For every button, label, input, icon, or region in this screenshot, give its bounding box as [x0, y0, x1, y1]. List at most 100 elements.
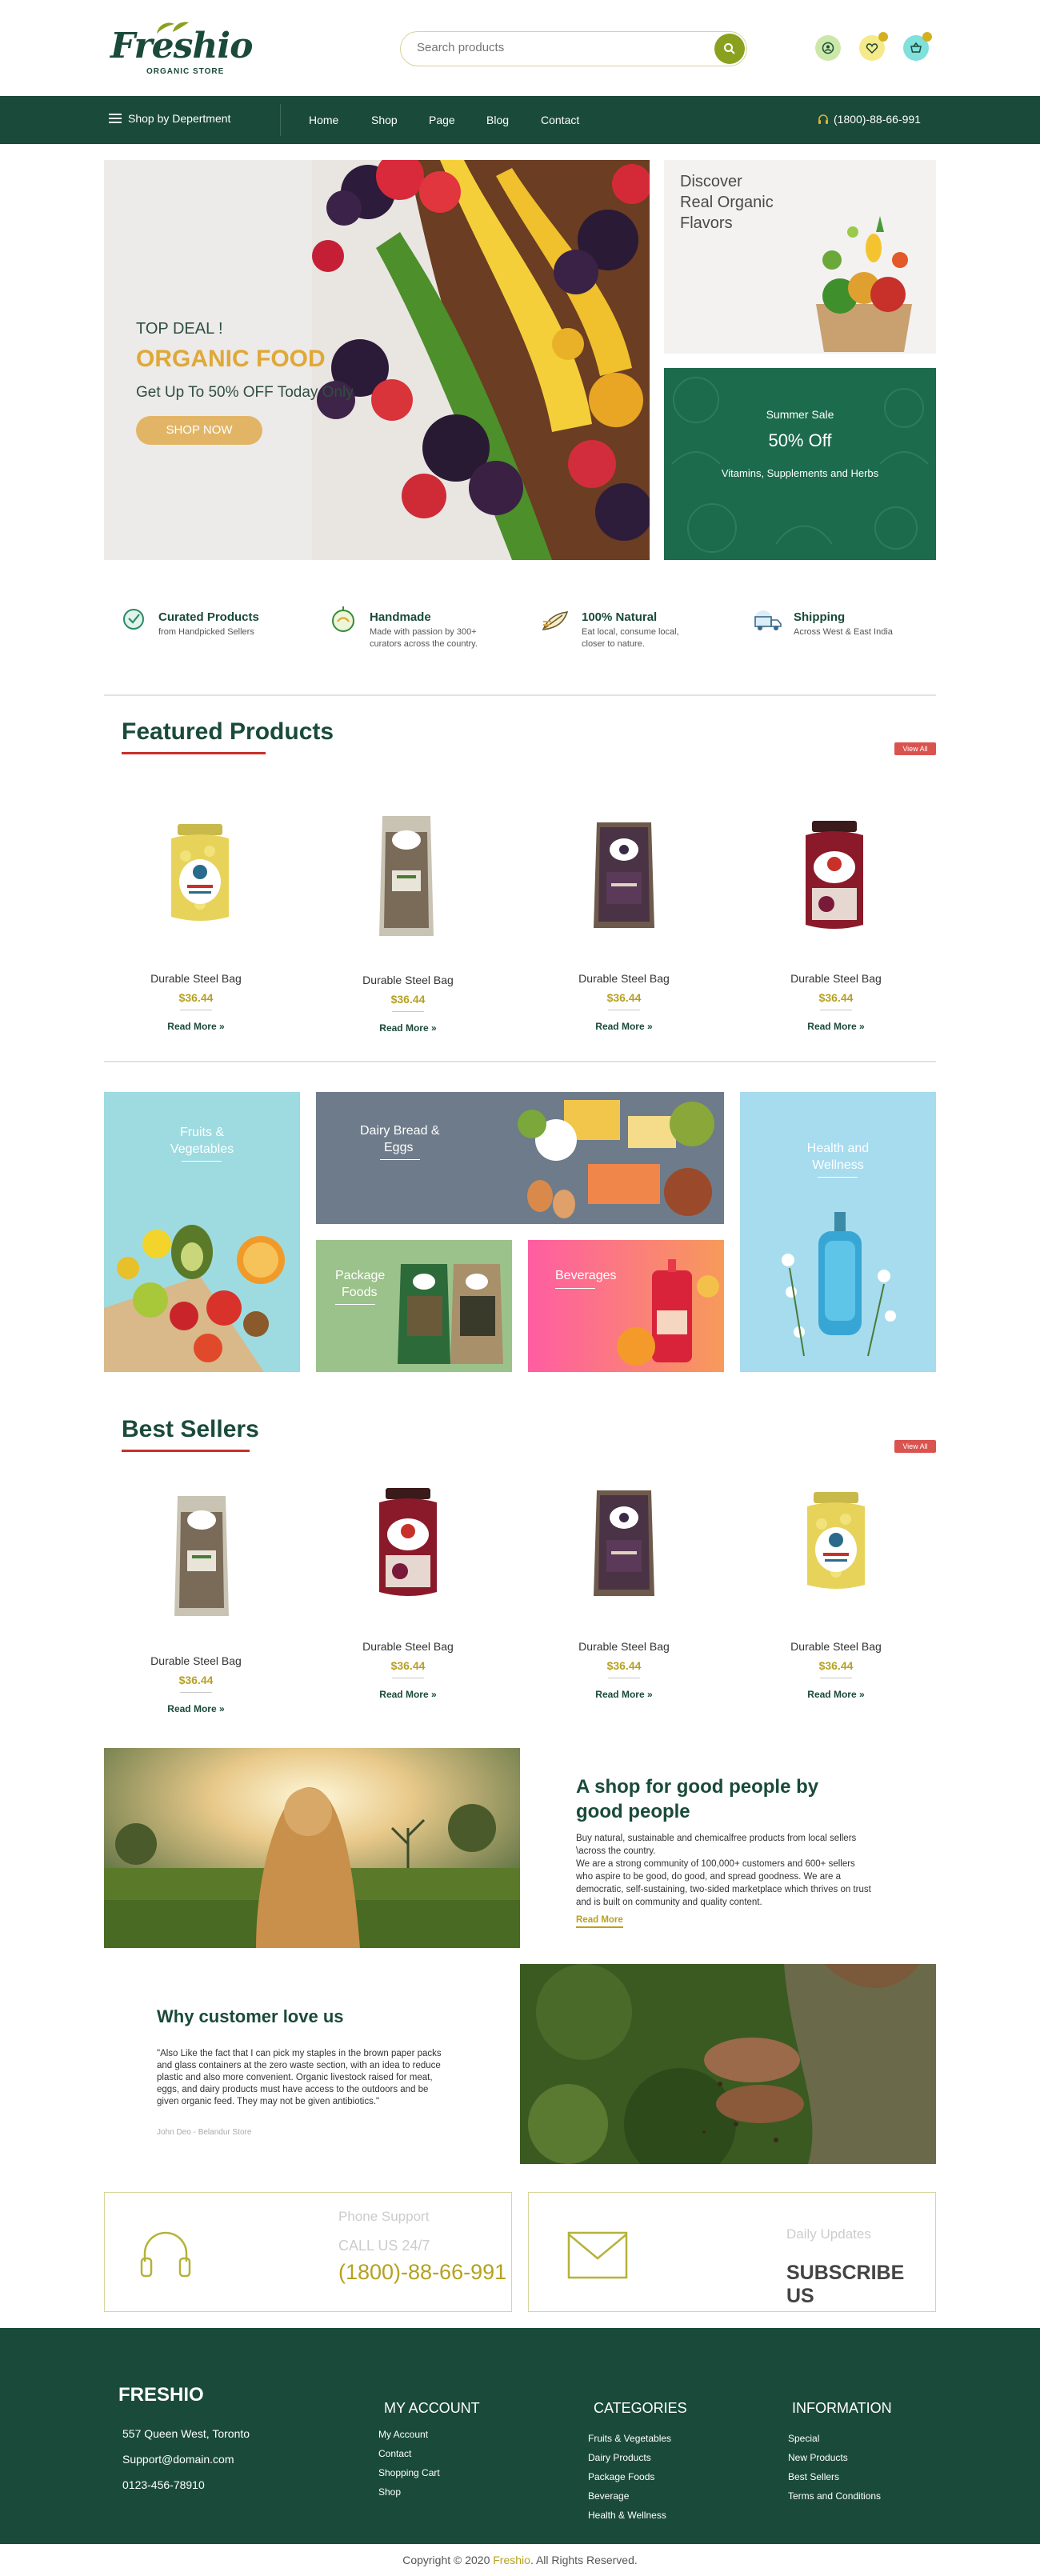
product-name[interactable]: Durable Steel Bag [320, 974, 496, 986]
read-more-link[interactable]: Read More » [320, 1022, 496, 1034]
nav-phone[interactable]: (1800)-88-66-991 [818, 113, 921, 126]
copyright-suffix: . All Rights Reserved. [530, 2554, 638, 2566]
subscribe-box[interactable]: Daily Updates SUBSCRIBE US [528, 2192, 936, 2312]
footer-information-title: INFORMATION [792, 2400, 892, 2416]
feature-title: Shipping [794, 610, 846, 624]
footer-link-terms[interactable]: Terms and Conditions [788, 2490, 881, 2502]
category-label-line-1: Fruits & [179, 1126, 225, 1139]
search-button[interactable] [714, 34, 745, 64]
footer-address: 557 Queen West, Toronto [122, 2427, 250, 2440]
basket-icon [910, 42, 922, 53]
search-input[interactable] [417, 41, 705, 54]
product-name[interactable]: Durable Steel Bag [320, 1640, 496, 1653]
feature-title: Handmade [370, 610, 431, 624]
about-girl-field-image [104, 1748, 520, 1948]
double-chevron-icon: » [431, 1689, 437, 1700]
hamburger-icon [109, 114, 122, 123]
category-underline [818, 1177, 858, 1178]
footer-link-special[interactable]: Special [788, 2433, 819, 2444]
footer-link-contact[interactable]: Contact [378, 2448, 411, 2459]
category-beverages[interactable]: Beverages [528, 1240, 724, 1372]
footer-link-best-sellers[interactable]: Best Sellers [788, 2471, 839, 2482]
category-label-line-2: Vegetables [170, 1142, 234, 1156]
support-phone-number[interactable]: (1800)-88-66-991 [338, 2260, 506, 2285]
nav-home[interactable]: Home [309, 114, 338, 126]
category-fruits[interactable]: Fruits & Vegetables [104, 1092, 300, 1372]
footer-brand: FRESHIO [118, 2384, 204, 2406]
about-paragraph-1: Buy natural, sustainable and chemicalfre… [576, 1834, 857, 1856]
read-more-link[interactable]: Read More » [108, 1021, 284, 1032]
department-label: Shop by Depertment [128, 112, 231, 125]
double-chevron-icon: » [431, 1022, 437, 1034]
double-chevron-icon: » [859, 1689, 865, 1700]
product-name[interactable]: Durable Steel Bag [536, 1640, 712, 1653]
wishlist-button[interactable] [859, 32, 888, 61]
read-more-label: Read More [379, 1689, 429, 1700]
logo-text: Freshio [110, 26, 253, 66]
read-more-link[interactable]: Read More » [536, 1689, 712, 1700]
discover-line-2: Real Organic [680, 194, 774, 211]
category-dairy[interactable]: Dairy Bread & Eggs [316, 1092, 724, 1224]
nav-page[interactable]: Page [429, 114, 455, 126]
copyright-brand-link[interactable]: Freshio [493, 2554, 530, 2566]
footer-link-fruits[interactable]: Fruits & Vegetables [588, 2433, 671, 2444]
about-read-more-link[interactable]: Read More [576, 1914, 623, 1928]
truck-icon [754, 610, 782, 630]
main-navigation: Shop by Depertment Home Shop Page Blog C… [0, 96, 1040, 144]
read-more-label: Read More [595, 1689, 645, 1700]
discover-line-1: Discover [680, 173, 742, 190]
read-more-link[interactable]: Read More » [320, 1689, 496, 1700]
cart-button[interactable] [903, 32, 932, 61]
feature-desc-1: Made with passion by 300+ [370, 627, 477, 637]
product-price: $36.44 [818, 1659, 854, 1672]
subscribe-button[interactable]: SUBSCRIBE US [786, 2262, 935, 2308]
category-health[interactable]: Health and Wellness [740, 1092, 936, 1372]
footer-link-shop[interactable]: Shop [378, 2486, 401, 2498]
footer-link-package[interactable]: Package Foods [588, 2471, 654, 2482]
read-more-link[interactable]: Read More » [108, 1703, 284, 1714]
product-name[interactable]: Durable Steel Bag [748, 1640, 924, 1653]
footer-email[interactable]: Support@domain.com [122, 2453, 234, 2466]
shop-now-button[interactable]: SHOP NOW [136, 416, 262, 445]
footer-link-health[interactable]: Health & Wellness [588, 2510, 666, 2521]
sale-offer: 50% Off [768, 430, 832, 450]
best-sellers-view-all-button[interactable]: View All [894, 1440, 936, 1453]
testimonial-soil-hands-image [520, 1964, 936, 2164]
product-price: $36.44 [606, 1659, 642, 1672]
product-name[interactable]: Durable Steel Bag [108, 1654, 284, 1667]
footer-link-new-products[interactable]: New Products [788, 2452, 848, 2463]
read-more-link[interactable]: Read More » [748, 1689, 924, 1700]
footer-phone[interactable]: 0123-456-78910 [122, 2478, 205, 2491]
category-label: Fruits & Vegetables [104, 1124, 300, 1158]
nav-blog[interactable]: Blog [486, 114, 509, 126]
testimonial-title: Why customer love us [157, 2006, 344, 2026]
health-bottle-image [782, 1212, 896, 1357]
account-button[interactable] [815, 35, 841, 61]
discover-banner[interactable]: Discover Real Organic Flavors [664, 160, 936, 354]
read-more-link[interactable]: Read More » [748, 1021, 924, 1032]
footer-link-cart[interactable]: Shopping Cart [378, 2467, 440, 2478]
divider [104, 1061, 936, 1062]
divider [104, 694, 936, 696]
category-package[interactable]: Package Foods [316, 1240, 512, 1372]
footer-link-beverage[interactable]: Beverage [588, 2490, 629, 2502]
product-name[interactable]: Durable Steel Bag [108, 972, 284, 985]
category-underline [182, 1161, 222, 1162]
product-name[interactable]: Durable Steel Bag [748, 972, 924, 985]
nav-shop[interactable]: Shop [371, 114, 398, 126]
department-menu[interactable]: Shop by Depertment [109, 112, 230, 125]
hero-banner[interactable]: TOP DEAL ! ORGANIC FOOD Get Up To 50% OF… [104, 160, 650, 560]
product-name[interactable]: Durable Steel Bag [536, 972, 712, 985]
feature-desc-1: Eat local, consume local, [582, 627, 679, 637]
phone-support-box[interactable]: Phone Support CALL US 24/7 (1800)-88-66-… [104, 2192, 512, 2312]
summer-sale-banner[interactable]: Summer Sale 50% Off Vitamins, Supplement… [664, 368, 936, 560]
featured-view-all-button[interactable]: View All [894, 742, 936, 755]
read-more-link[interactable]: Read More » [536, 1021, 712, 1032]
nav-contact[interactable]: Contact [541, 114, 579, 126]
product-price: $36.44 [178, 991, 214, 1004]
footer-link-my-account[interactable]: My Account [378, 2429, 428, 2440]
footer-link-dairy[interactable]: Dairy Products [588, 2452, 651, 2463]
category-label-line-1: Dairy Bread & [360, 1124, 440, 1138]
copyright-prefix: Copyright © 2020 [402, 2554, 494, 2566]
read-more-label: Read More [807, 1021, 857, 1032]
